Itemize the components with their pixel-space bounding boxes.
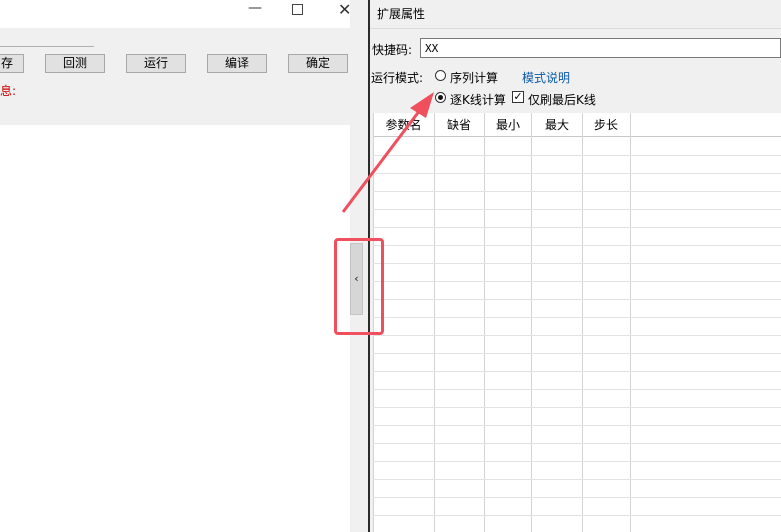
annotation-arrow: [341, 92, 434, 213]
